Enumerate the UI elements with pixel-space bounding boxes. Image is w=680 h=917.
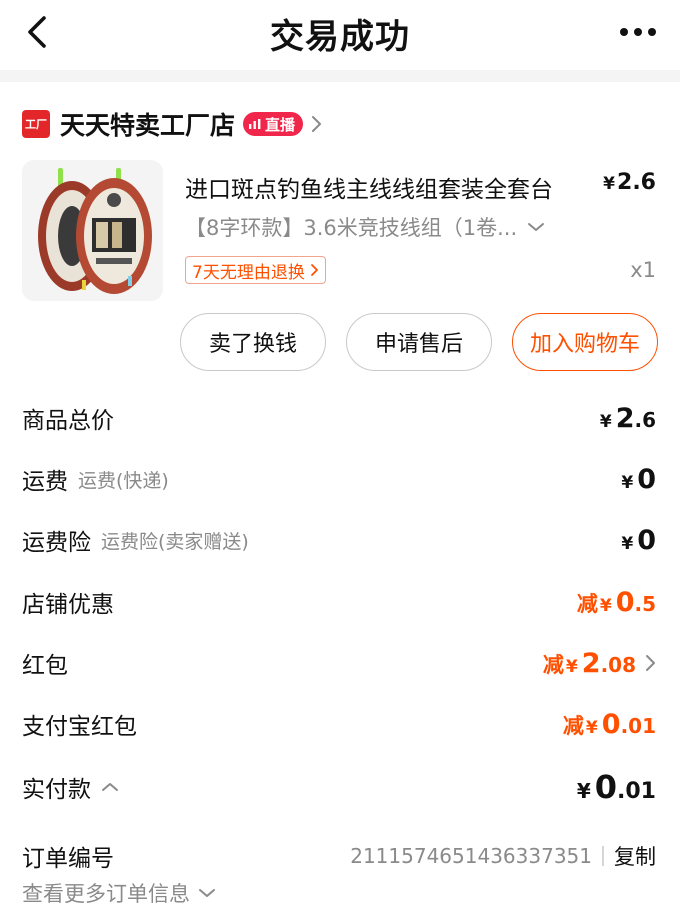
chevron-right-icon xyxy=(646,655,655,671)
shipping-insurance-amount: 0 xyxy=(637,524,656,556)
chevron-up-icon[interactable] xyxy=(101,781,119,793)
shipping-value: ¥0 xyxy=(621,464,656,495)
shipping-row: 运费 运费(快递) ¥0 xyxy=(22,459,656,499)
alipay-red-packet-label: 支付宝红包 xyxy=(22,714,137,740)
resell-button[interactable]: 卖了换钱 xyxy=(180,313,326,371)
paid-amount-dec: .01 xyxy=(617,779,656,804)
return-policy-label: 7天无理由退换 xyxy=(192,262,305,283)
product-sku-selector[interactable]: 【8字环款】3.6米竞技线组（1卷... xyxy=(185,212,545,242)
red-packet-row[interactable]: 红包 减 ¥2.08 xyxy=(22,643,656,683)
red-packet-dec: .08 xyxy=(600,652,636,677)
return-policy-tag[interactable]: 7天无理由退换 xyxy=(185,256,326,284)
shipping-method: 运费(快递) xyxy=(78,469,169,492)
shipping-amount: 0 xyxy=(637,463,656,495)
shipping-label: 运费 xyxy=(22,469,68,495)
more-order-info-label: 查看更多订单信息 xyxy=(22,882,190,906)
add-to-cart-button[interactable]: 加入购物车 xyxy=(512,313,658,371)
top-bar: 交易成功 xyxy=(0,0,680,70)
fishing-line-spool-image xyxy=(38,168,152,294)
paid-amount-row[interactable]: 实付款 ¥0.01 xyxy=(22,767,656,807)
chevron-down-icon xyxy=(528,223,545,231)
after-sale-button[interactable]: 申请售后 xyxy=(346,313,492,371)
currency-symbol: ¥ xyxy=(576,779,591,803)
more-dots-icon xyxy=(620,28,656,36)
reduce-label: 减 xyxy=(576,591,598,616)
section-divider xyxy=(0,70,680,82)
shop-logo: 工厂 xyxy=(22,110,50,138)
shop-discount-dec: .5 xyxy=(634,591,656,616)
product-title[interactable]: 进口斑点钓鱼线主线线组套装全套台 xyxy=(185,170,553,204)
currency-symbol: ¥ xyxy=(621,472,634,493)
more-order-info-button[interactable]: 查看更多订单信息 xyxy=(22,878,216,908)
order-number-label: 订单编号 xyxy=(22,846,114,872)
shop-discount-value: 减 ¥0.5 xyxy=(577,587,656,618)
shipping-insurance-label: 运费险 xyxy=(22,530,91,556)
shipping-insurance-sub: 运费险(卖家赠送) xyxy=(101,530,249,553)
divider xyxy=(602,846,604,866)
currency-symbol: ¥ xyxy=(621,533,634,554)
order-number-row: 订单编号 2111574651436337351 复制 xyxy=(22,836,656,876)
live-badge-label: 直播 xyxy=(265,115,296,134)
product-thumbnail[interactable] xyxy=(22,160,163,301)
shop-name: 天天特卖工厂店 xyxy=(60,111,236,140)
shop-discount-int: 0 xyxy=(615,586,635,618)
product-quantity: x1 xyxy=(630,258,656,282)
alipay-red-packet-value: 减 ¥0.01 xyxy=(563,709,656,740)
order-number: 2111574651436337351 xyxy=(350,844,592,868)
alipay-red-packet-int: 0 xyxy=(601,708,621,740)
goods-total-int: 2 xyxy=(615,402,635,434)
currency-symbol: ¥ xyxy=(585,717,598,738)
shop-discount-row: 店铺优惠 减 ¥0.5 xyxy=(22,582,656,622)
product-price: ¥2.6 xyxy=(603,170,656,195)
currency-symbol: ¥ xyxy=(603,174,616,194)
currency-symbol: ¥ xyxy=(565,656,578,677)
goods-total-row: 商品总价 ¥2.6 xyxy=(22,398,656,438)
goods-total-value: ¥2.6 xyxy=(600,403,656,434)
goods-total-label: 商品总价 xyxy=(22,408,114,434)
paid-amount-int: 0 xyxy=(594,768,618,806)
chevron-right-icon xyxy=(312,116,322,132)
reduce-label: 减 xyxy=(562,713,584,738)
goods-total-dec: .6 xyxy=(634,407,656,432)
alipay-red-packet-dec: .01 xyxy=(620,713,656,738)
copy-button[interactable]: 复制 xyxy=(614,841,656,871)
currency-symbol: ¥ xyxy=(599,595,612,616)
shop-header[interactable]: 工厂 天天特卖工厂店 直播 xyxy=(22,107,323,141)
chevron-down-icon xyxy=(199,889,215,897)
red-packet-int: 2 xyxy=(581,647,601,679)
shop-discount-label: 店铺优惠 xyxy=(22,592,114,618)
page-title: 交易成功 xyxy=(270,17,410,57)
red-packet-value: 减 ¥2.08 xyxy=(543,648,636,679)
chevron-right-icon xyxy=(310,264,318,276)
shipping-insurance-row: 运费险 运费险(卖家赠送) ¥0 xyxy=(22,520,656,560)
red-packet-label: 红包 xyxy=(22,653,68,679)
shop-logo-text: 工厂 xyxy=(25,118,47,131)
currency-symbol: ¥ xyxy=(599,411,612,432)
product-sku-text: 【8字环款】3.6米竞技线组（1卷... xyxy=(185,216,518,240)
more-button[interactable] xyxy=(618,18,658,46)
product-price-value: 2.6 xyxy=(617,170,656,195)
paid-amount-label: 实付款 xyxy=(22,777,91,803)
shipping-insurance-value: ¥0 xyxy=(621,525,656,556)
paid-amount-value: ¥0.01 xyxy=(577,768,656,806)
live-badge[interactable]: 直播 xyxy=(243,112,304,136)
alipay-red-packet-row: 支付宝红包 减 ¥0.01 xyxy=(22,704,656,744)
live-bars-icon xyxy=(249,119,261,129)
reduce-label: 减 xyxy=(542,652,564,677)
